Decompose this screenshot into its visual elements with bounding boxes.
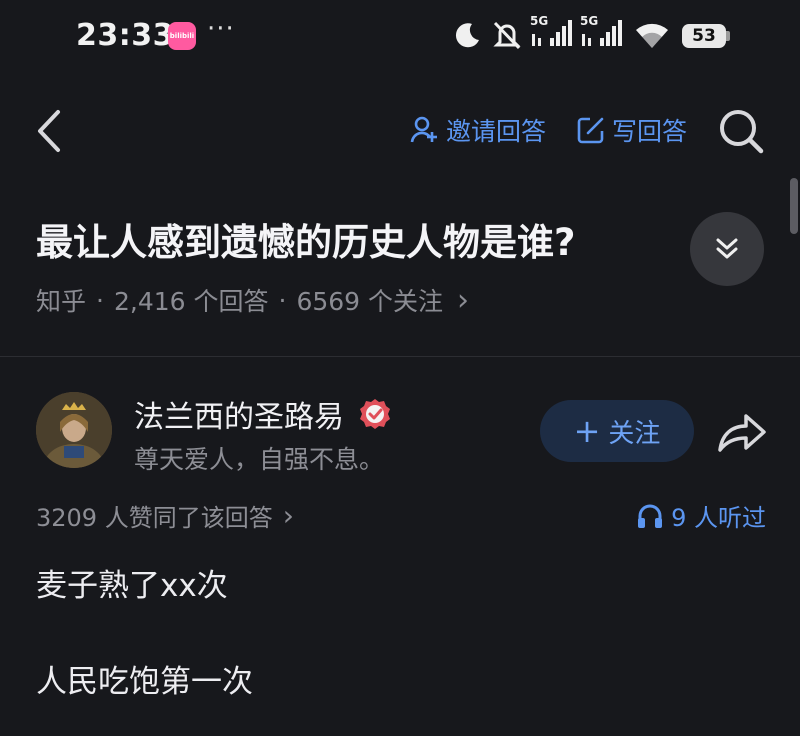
mute-bell-icon (490, 18, 524, 52)
meta-separator: · (278, 285, 287, 315)
signal-icon-2: 5G (580, 14, 624, 50)
wifi-icon (634, 20, 670, 50)
follower-count: 6569 个关注 (296, 287, 444, 316)
upvote-count-label: 3209 人赞同了该回答 (36, 504, 273, 532)
upvote-summary[interactable]: 3209 人赞同了该回答 › (36, 498, 294, 533)
author-bio: 尊天爱人，自强不息。 (134, 445, 385, 474)
author-portrait-image (36, 392, 112, 468)
invite-answer-label: 邀请回答 (446, 117, 547, 146)
plus-icon: + (573, 412, 601, 450)
back-button[interactable] (30, 108, 70, 154)
search-button[interactable] (716, 106, 766, 156)
scrollbar[interactable] (790, 178, 798, 234)
battery-indicator: 53 (682, 24, 726, 48)
answer-paragraph: 麦子熟了xx次 (36, 568, 228, 604)
question-meta[interactable]: 知乎 · 2,416 个回答 · 6569 个关注 › (36, 282, 469, 318)
edit-icon (577, 117, 604, 144)
verified-badge-icon (360, 399, 390, 429)
share-button[interactable] (716, 408, 768, 456)
source-label: 知乎 (36, 287, 87, 316)
status-time: 23:33 (76, 18, 174, 53)
listen-count-label: 9 人听过 (671, 504, 766, 532)
signal-icon-1: 5G (530, 14, 574, 50)
expand-question-button[interactable] (690, 212, 764, 286)
share-icon (718, 414, 766, 452)
listen-count[interactable]: 9 人听过 (637, 498, 766, 533)
answer-paragraph: 人民吃饱第一次 (36, 664, 253, 700)
divider (0, 356, 800, 357)
chevron-right-icon: › (282, 499, 294, 532)
bilibili-icon-label: bilibili (169, 32, 195, 40)
write-answer-button[interactable]: 写回答 (576, 112, 687, 148)
double-chevron-down-icon (716, 238, 738, 259)
chevron-right-icon: › (457, 282, 470, 318)
write-answer-label: 写回答 (612, 117, 688, 146)
meta-separator: · (96, 285, 104, 315)
author-name[interactable]: 法兰西的圣路易 (134, 392, 392, 436)
moon-icon (452, 20, 482, 50)
battery-tip (726, 31, 730, 41)
invite-user-icon (410, 116, 437, 143)
headphones-icon (638, 504, 663, 528)
follow-label: 关注 (608, 418, 661, 449)
chevron-left-icon (38, 110, 60, 152)
avatar[interactable] (36, 392, 112, 468)
more-notifications-icon: ··· (207, 14, 235, 44)
invite-answer-button[interactable]: 邀请回答 (410, 112, 546, 148)
search-icon (720, 110, 764, 154)
question-title: 最让人感到遗憾的历史人物是谁? (36, 221, 576, 264)
follow-button[interactable]: + 关注 (540, 400, 694, 462)
bilibili-app-icon: bilibili (168, 22, 196, 50)
author-name-label: 法兰西的圣路易 (134, 400, 344, 435)
answer-count: 2,416 个回答 (113, 287, 269, 316)
